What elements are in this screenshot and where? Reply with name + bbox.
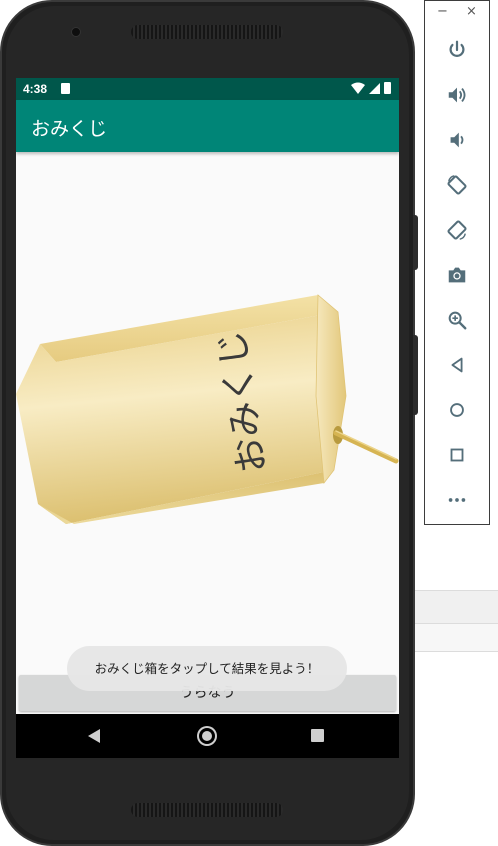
- bottom-speaker-grille: [131, 803, 283, 817]
- home-icon[interactable]: [444, 397, 470, 423]
- battery-icon: [384, 82, 391, 94]
- back-icon[interactable]: [444, 352, 470, 378]
- close-button[interactable]: ×: [466, 4, 477, 19]
- wifi-icon: [351, 82, 365, 94]
- overview-icon[interactable]: [444, 442, 470, 468]
- camera-icon[interactable]: [444, 262, 470, 288]
- signal-icon: [369, 82, 380, 94]
- volume-up-icon[interactable]: [444, 82, 470, 108]
- omikuji-stick: [333, 430, 399, 464]
- app-bar: おみくじ: [16, 100, 399, 152]
- background-window-strip: [410, 624, 498, 652]
- background-window-strip: [410, 590, 498, 624]
- rotate-right-icon[interactable]: [444, 217, 470, 243]
- status-time: 4:38: [23, 82, 48, 96]
- sim-card-icon: [61, 83, 70, 94]
- navigation-bar: [16, 714, 399, 758]
- top-speaker-grille: [131, 25, 283, 39]
- app-title: おみくじ: [31, 118, 108, 140]
- rotate-left-icon[interactable]: [444, 172, 470, 198]
- nav-back-icon[interactable]: [88, 729, 100, 743]
- omikuji-box[interactable]: おみくじ: [16, 278, 399, 538]
- status-icons: [351, 82, 391, 94]
- emulator-toolbar: − ×: [424, 0, 490, 525]
- nav-home-icon[interactable]: [199, 728, 215, 744]
- power-icon[interactable]: [444, 37, 470, 63]
- front-camera: [71, 27, 81, 37]
- more-icon[interactable]: [444, 487, 470, 513]
- zoom-icon[interactable]: [444, 307, 470, 333]
- power-side-button[interactable]: [413, 335, 418, 415]
- status-bar: 4:38: [16, 78, 399, 100]
- volume-side-button[interactable]: [413, 215, 418, 270]
- phone-screen: 4:38 おみくじ おみくじ うらなう おみくじ箱をタップして結果を見よう！: [16, 78, 399, 758]
- toast-message: おみくじ箱をタップして結果を見よう！: [67, 646, 347, 691]
- nav-overview-icon[interactable]: [311, 729, 324, 742]
- minimize-button[interactable]: −: [437, 4, 448, 19]
- volume-down-icon[interactable]: [444, 127, 470, 153]
